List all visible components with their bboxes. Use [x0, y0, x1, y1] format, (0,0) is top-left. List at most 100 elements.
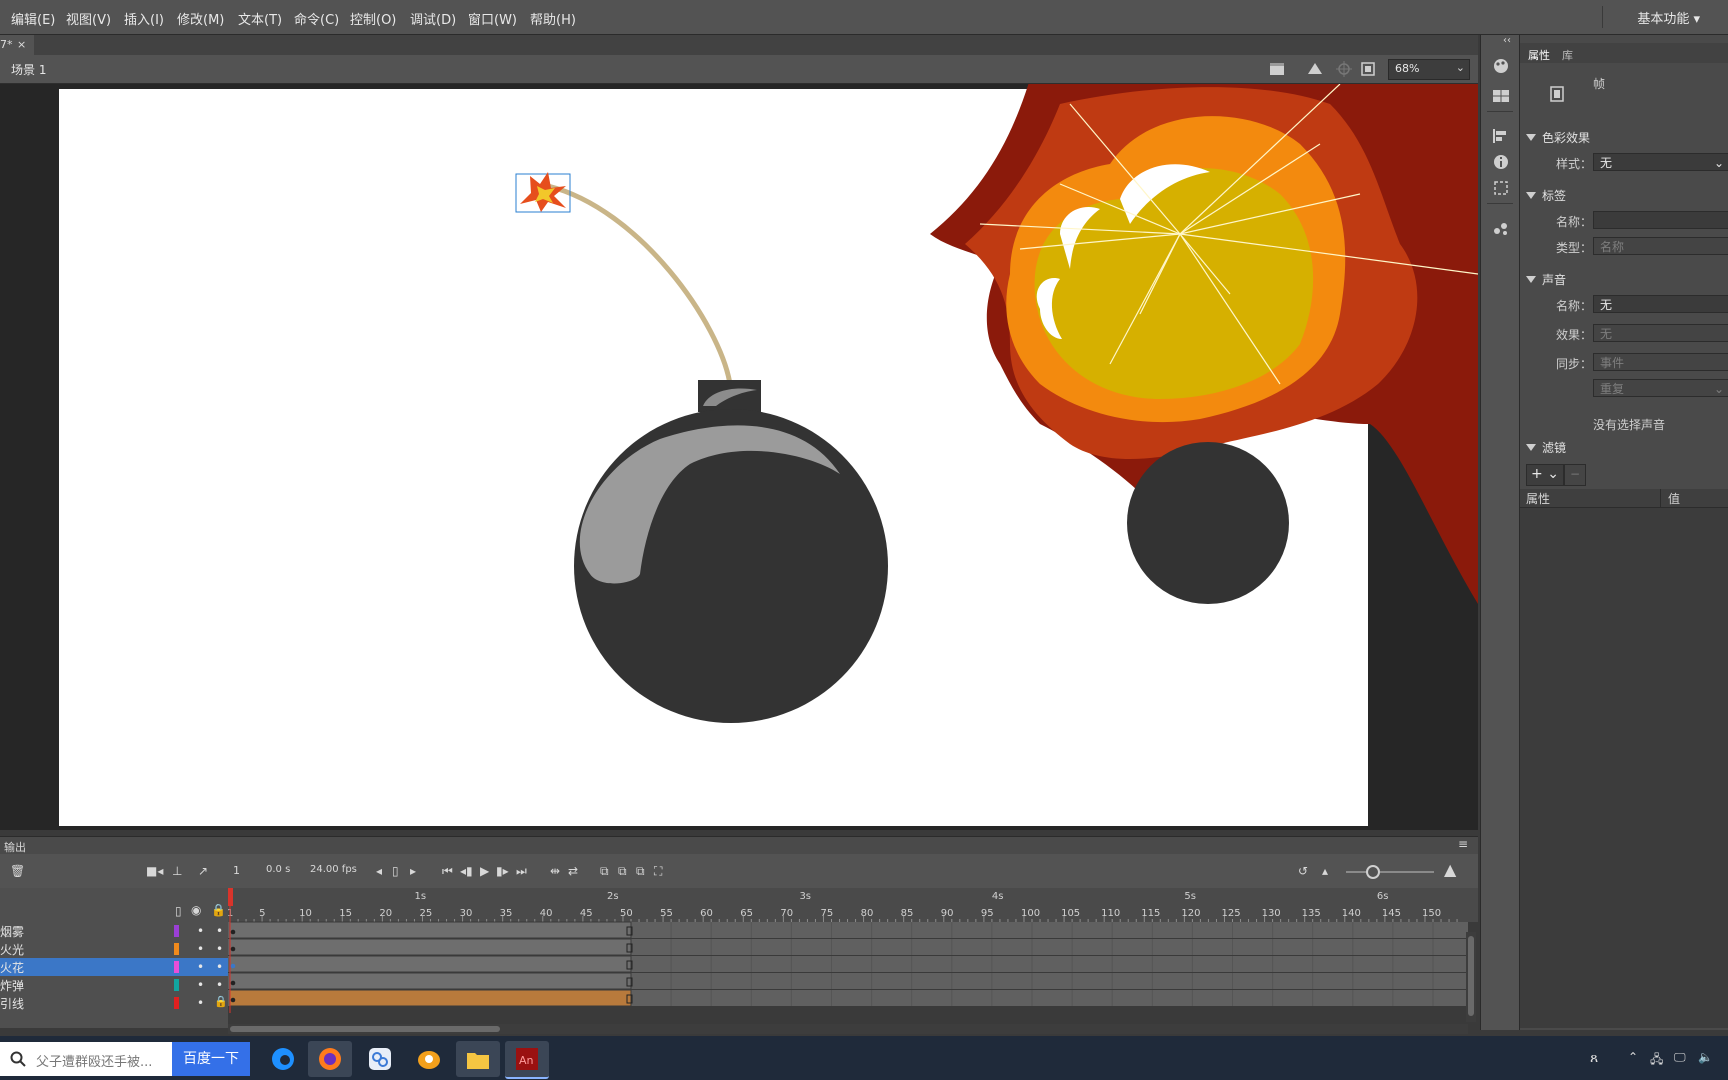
layer-color-swatch[interactable]	[174, 925, 179, 937]
clear-frames-icon[interactable]: ⧉	[636, 864, 645, 879]
last-frame-icon[interactable]: ⏭	[516, 864, 527, 879]
center-stage-icon[interactable]	[1336, 61, 1352, 77]
tab-library[interactable]: 库	[1562, 47, 1573, 63]
select-frames-icon[interactable]: ⛶	[654, 864, 662, 879]
loop-icon[interactable]: ⇹	[550, 864, 560, 878]
clip-stage-icon[interactable]	[1360, 61, 1376, 77]
document-tab[interactable]: 7* ×	[0, 35, 34, 55]
style-select[interactable]: 无 ⌄	[1593, 153, 1728, 171]
menu-insert[interactable]: 插入(I)	[124, 9, 164, 28]
edit-symbols-icon[interactable]	[1304, 60, 1326, 78]
layer-row-selected[interactable]: 火花 • •	[0, 958, 228, 976]
timeline-frames[interactable]: 1 5 10 15 20 25 30 35 40 45 50 55 60 65 70 75 80 85 90 95 10…	[228, 888, 1468, 1018]
current-frame[interactable]: 1	[233, 864, 240, 877]
section-color-effect[interactable]: 色彩效果	[1526, 129, 1590, 146]
layer-color-swatch[interactable]	[174, 997, 179, 1009]
people-icon[interactable]: ጸ	[1590, 1050, 1598, 1066]
effect-select[interactable]: 无	[1593, 324, 1728, 342]
panel-menu-icon[interactable]: ≡	[1458, 837, 1468, 851]
first-frame-icon[interactable]: ⏮	[442, 864, 453, 879]
layer-row[interactable]: 火光 • •	[0, 940, 228, 958]
visibility-dot[interactable]: •	[197, 960, 204, 974]
layer-row[interactable]: 烟雾 • •	[0, 922, 228, 940]
transform-icon[interactable]	[1491, 179, 1511, 197]
repeat-select[interactable]: 重复 ⌄	[1593, 379, 1728, 397]
visibility-dot[interactable]: •	[197, 996, 204, 1010]
workspace-switcher[interactable]: 基本功能 ▾	[1637, 8, 1700, 27]
eye-icon[interactable]: ◉	[191, 903, 201, 917]
center-frame-icon[interactable]: ▯	[392, 864, 399, 878]
remove-filter-button[interactable]: −	[1564, 464, 1586, 486]
name-input[interactable]	[1593, 211, 1728, 229]
layer-color-swatch[interactable]	[174, 943, 179, 955]
layer-row[interactable]: 引线 • 🔒	[0, 994, 228, 1012]
edge-browser-icon[interactable]	[261, 1041, 305, 1077]
paste-frames-icon[interactable]: ⧉	[618, 864, 627, 879]
scene-label[interactable]: 场景 1	[11, 61, 46, 78]
menu-control[interactable]: 控制(O)	[350, 9, 396, 28]
reset-icon[interactable]: ↺	[1298, 864, 1308, 878]
layer-row[interactable]: 炸弹 • •	[0, 976, 228, 994]
menu-window[interactable]: 窗口(W)	[468, 9, 517, 28]
prev-frame-icon[interactable]: ◂▮	[460, 864, 473, 878]
tab-properties[interactable]: 属性	[1528, 47, 1550, 63]
next-frame-icon[interactable]: ▮▸	[496, 864, 509, 878]
add-filter-button[interactable]: + ⌄	[1526, 464, 1564, 486]
network-icon[interactable]: 🖧	[1650, 1050, 1663, 1071]
zoom-slider-handle[interactable]	[1366, 865, 1380, 879]
search-button[interactable]: 百度一下	[172, 1042, 250, 1076]
firefox-icon[interactable]	[308, 1041, 352, 1077]
display-icon[interactable]: 🖵	[1674, 1050, 1686, 1065]
layer-color-swatch[interactable]	[174, 961, 179, 973]
app-icon[interactable]	[358, 1041, 402, 1077]
visibility-dot[interactable]: •	[197, 942, 204, 956]
chat-app-icon[interactable]	[407, 1041, 451, 1077]
timeline-vscroll[interactable]	[1466, 932, 1476, 1022]
outline-icon[interactable]: ▯	[175, 904, 182, 918]
lock-dot[interactable]: •	[216, 942, 223, 956]
section-sound[interactable]: 声音	[1526, 271, 1566, 288]
large-mountain-icon[interactable]: ▲	[1444, 860, 1456, 879]
output-label[interactable]: 输出	[4, 839, 26, 855]
menu-command[interactable]: 命令(C)	[294, 9, 339, 28]
search-input[interactable]: 父子遭群殴还手被...	[0, 1042, 172, 1076]
menu-edit[interactable]: 编辑(E)	[11, 9, 55, 28]
timeline-hscroll[interactable]	[228, 1024, 1468, 1034]
close-icon[interactable]: ×	[17, 38, 26, 51]
zoom-slider[interactable]	[1346, 871, 1434, 873]
zoom-select[interactable]: 68% ⌄	[1388, 59, 1470, 80]
color-palette-icon[interactable]	[1491, 57, 1511, 75]
info-icon[interactable]	[1491, 153, 1511, 171]
section-label[interactable]: 标签	[1526, 187, 1566, 204]
swatches-icon[interactable]	[1491, 87, 1511, 105]
onion-skin-icon[interactable]: ⇄	[568, 864, 578, 878]
lock-dot[interactable]: •	[216, 960, 223, 974]
lock-icon[interactable]: 🔒	[214, 995, 228, 1008]
menu-view[interactable]: 视图(V)	[66, 9, 111, 28]
small-mountain-icon[interactable]: ▴	[1322, 864, 1328, 878]
collapse-icon[interactable]: ‹‹	[1503, 35, 1511, 46]
layer-color-swatch[interactable]	[174, 979, 179, 991]
step-back-icon[interactable]: ◂	[376, 864, 382, 878]
lock-dot[interactable]: •	[216, 924, 223, 938]
current-time[interactable]: 0.0 s	[266, 864, 290, 875]
lock-icon[interactable]: 🔒	[211, 903, 226, 917]
visibility-dot[interactable]: •	[197, 924, 204, 938]
step-forward-icon[interactable]: ▸	[410, 864, 416, 878]
copy-frames-icon[interactable]: ⧉	[600, 864, 609, 879]
scroll-thumb[interactable]	[1468, 936, 1474, 1016]
menu-modify[interactable]: 修改(M)	[177, 9, 224, 28]
scroll-thumb[interactable]	[230, 1026, 500, 1032]
clapper-icon[interactable]	[1268, 60, 1288, 78]
play-icon[interactable]: ▶	[480, 864, 489, 878]
sound-name-select[interactable]: 无	[1593, 295, 1728, 313]
menu-help[interactable]: 帮助(H)	[530, 9, 576, 28]
menu-debug[interactable]: 调试(D)	[410, 9, 456, 28]
parenting-icon[interactable]: ⊥	[172, 864, 182, 878]
sync-select[interactable]: 事件	[1593, 353, 1728, 371]
graph-icon[interactable]: ↗	[198, 864, 208, 878]
section-filter[interactable]: 滤镜	[1526, 439, 1566, 456]
camera-icon[interactable]: ■◂	[146, 864, 163, 878]
menu-text[interactable]: 文本(T)	[238, 9, 282, 28]
type-select[interactable]: 名称	[1593, 237, 1728, 255]
